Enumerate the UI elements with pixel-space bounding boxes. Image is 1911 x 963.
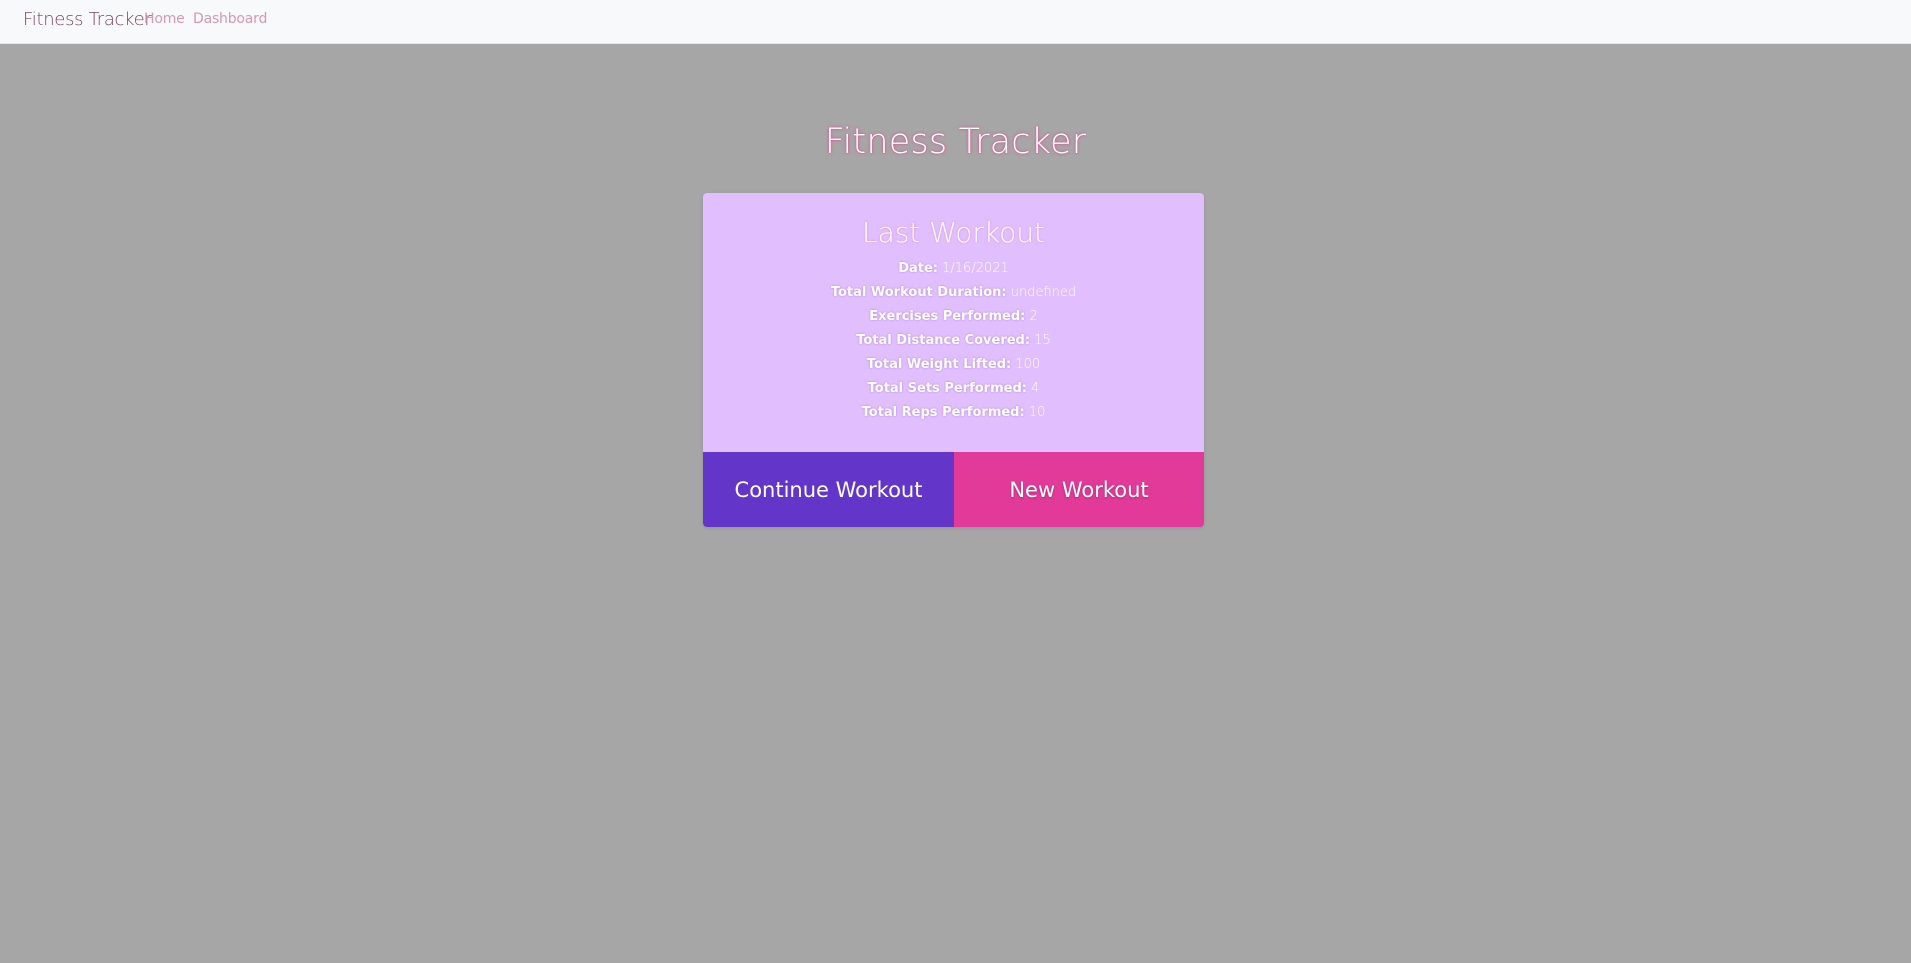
stat-value: undefined: [1010, 285, 1077, 300]
stat-distance: Total Distance Covered: 15: [703, 329, 1204, 353]
stat-reps: Total Reps Performed: 10: [703, 401, 1204, 425]
stat-exercises: Exercises Performed: 2: [703, 305, 1204, 329]
card-heading: Last Workout: [862, 216, 1045, 249]
stat-label: Total Distance Covered:: [856, 333, 1031, 348]
stat-value: 10: [1028, 405, 1046, 420]
stat-duration: Total Workout Duration: undefined: [703, 281, 1204, 305]
stat-value: 1/16/2021: [942, 261, 1009, 276]
nav-link-dashboard[interactable]: Dashboard: [193, 11, 267, 27]
stat-label: Total Reps Performed:: [861, 405, 1025, 420]
stat-label: Total Sets Performed:: [867, 381, 1027, 396]
stat-date: Date: 1/16/2021: [703, 257, 1204, 281]
page-title: Fitness Tracker: [824, 122, 1087, 162]
workout-stats: Date: 1/16/2021 Total Workout Duration: …: [703, 257, 1204, 425]
last-workout-card: Last Workout Date: 1/16/2021 Total Worko…: [703, 193, 1204, 527]
stat-label: Total Weight Lifted:: [866, 357, 1012, 372]
stat-label: Exercises Performed:: [869, 309, 1026, 324]
stat-weight: Total Weight Lifted: 100: [703, 353, 1204, 377]
stat-value: 4: [1031, 381, 1040, 396]
navbar: Fitness Tracker Home Dashboard: [0, 0, 1911, 44]
stat-value: 100: [1015, 357, 1041, 372]
stat-label: Total Workout Duration:: [830, 285, 1007, 300]
stat-value: 2: [1029, 309, 1038, 324]
stat-sets: Total Sets Performed: 4: [703, 377, 1204, 401]
navbar-brand[interactable]: Fitness Tracker: [23, 9, 152, 30]
continue-workout-button[interactable]: Continue Workout: [703, 452, 954, 527]
new-workout-button[interactable]: New Workout: [954, 452, 1204, 527]
nav-link-home[interactable]: Home: [144, 11, 185, 27]
stat-value: 15: [1034, 333, 1051, 348]
stat-label: Date:: [898, 261, 938, 276]
